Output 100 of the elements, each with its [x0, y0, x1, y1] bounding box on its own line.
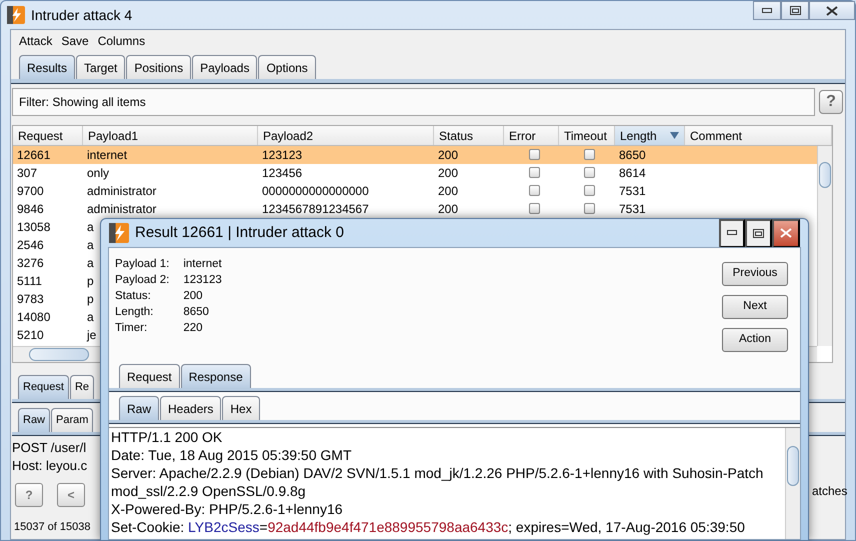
table-cell: 200 [438, 202, 458, 216]
table-cell: 9700 [17, 184, 44, 198]
table-cell: 1234567891234567 [262, 202, 369, 216]
table-cell: 8650 [619, 148, 646, 162]
table-cell: internet [87, 148, 128, 162]
tab[interactable]: Raw [18, 408, 50, 432]
minimize-button[interactable] [753, 1, 781, 20]
tab[interactable]: Positions [126, 55, 192, 79]
maximize-button[interactable] [781, 1, 809, 20]
text-line: POST /user/l [12, 439, 86, 457]
tab[interactable]: Options [258, 55, 316, 79]
table-cell: administrator [87, 184, 156, 198]
close-icon [780, 228, 792, 238]
table-cell: 12661 [17, 148, 50, 162]
filter-bar[interactable]: Filter: Showing all items [12, 88, 815, 116]
field-label: Length: [115, 305, 154, 320]
table-cell: 200 [438, 184, 458, 198]
table-cell: 123123 [262, 148, 302, 162]
sort-arrow-icon [670, 132, 679, 139]
table-row[interactable]: 9700 administrator 0000000000000000 200 7531 [13, 182, 817, 200]
maximize-icon [790, 6, 800, 15]
response-line: mod_ssl/2.2.9 OpenSSL/0.9.8g [110, 482, 307, 500]
maximize-button[interactable] [745, 219, 772, 248]
table-cell: only [87, 166, 110, 180]
column-header[interactable]: Request [13, 126, 83, 145]
table-cell: a [87, 238, 94, 252]
menu-item[interactable]: Columns [98, 32, 146, 50]
close-button[interactable] [809, 1, 855, 20]
dialog-button[interactable]: Previous [722, 262, 788, 286]
field-label: Payload 2: [115, 273, 170, 288]
minimize-icon [762, 8, 772, 14]
table-row[interactable]: 12661 internet 123123 200 8650 [13, 146, 817, 164]
field-label: Status: [115, 289, 152, 304]
text-line: Host: leyou.c [12, 457, 88, 475]
column-header[interactable]: Error [504, 126, 559, 145]
table-cell: 8614 [619, 166, 646, 180]
nav-button[interactable]: ? [15, 483, 43, 507]
table-cell: 5111 [17, 274, 42, 288]
vertical-scrollbar[interactable] [785, 428, 800, 539]
response-line: X-Powered-By: PHP/5.2.6-1+lenny16 [110, 500, 344, 518]
response-line: Set-Cookie: LYB2cSess=92ad44fb9e4f471e889955798aa6433c; expires=Wed, 17-Aug-2016 05:39:50 [110, 518, 746, 536]
window-title: Intruder attack 4 [31, 6, 132, 24]
tab[interactable]: Payloads [192, 55, 258, 79]
table-cell: 3276 [17, 256, 44, 270]
column-header[interactable]: Payload2 [258, 126, 434, 145]
response-line: Date: Tue, 18 Aug 2015 05:39:50 GMT [110, 446, 352, 464]
help-button[interactable]: ? [819, 90, 843, 114]
tab[interactable]: Raw [119, 396, 160, 420]
table-cell: je [87, 328, 96, 342]
app-icon [7, 6, 25, 24]
field-value: 8650 [183, 305, 210, 320]
column-header[interactable]: Length [615, 126, 685, 145]
tab[interactable]: Response [180, 364, 251, 388]
tab[interactable]: Param [51, 408, 94, 432]
tab[interactable]: Request [18, 375, 69, 399]
table-cell: 7531 [619, 184, 646, 198]
tab[interactable]: Headers [160, 396, 222, 420]
tab[interactable]: Target [76, 55, 126, 79]
table-cell: 13058 [17, 220, 50, 234]
dialog-button[interactable]: Next [722, 295, 788, 319]
field-value: 200 [183, 289, 204, 304]
table-cell: 5210 [17, 328, 44, 342]
app-icon [109, 223, 129, 243]
menu-item[interactable]: Save [61, 32, 89, 50]
field-value: 220 [183, 321, 204, 336]
field-label: Timer: [115, 321, 148, 336]
minimize-button[interactable] [719, 219, 745, 248]
table-row[interactable]: 307 only 123456 200 8614 [13, 164, 817, 182]
close-icon [826, 6, 838, 16]
table-cell: 307 [17, 166, 38, 180]
dialog-button[interactable]: Action [722, 328, 788, 352]
field-label: Payload 1: [115, 257, 170, 272]
maximize-icon [753, 228, 764, 238]
table-cell: 2546 [17, 238, 44, 252]
tab[interactable]: Hex [222, 396, 260, 420]
nav-button[interactable]: < [57, 483, 85, 507]
minimize-icon [727, 230, 737, 236]
table-cell: 200 [438, 148, 458, 162]
vertical-scrollbar[interactable] [817, 146, 832, 346]
dialog-title: Result 12661 | Intruder attack 0 [135, 222, 344, 243]
table-cell: administrator [87, 202, 156, 216]
tab[interactable]: Re [70, 375, 94, 399]
column-header[interactable]: Payload1 [83, 126, 258, 145]
tab[interactable]: Request [119, 364, 180, 388]
menu-item[interactable]: Attack [19, 32, 52, 50]
matches-label: atches [812, 483, 848, 500]
tab[interactable]: Results [19, 55, 76, 79]
table-cell: 200 [438, 166, 458, 180]
response-line: HTTP/1.1 200 OK [110, 428, 224, 446]
close-button[interactable] [772, 219, 800, 248]
table-cell: 123456 [262, 166, 302, 180]
column-header[interactable]: Status [434, 126, 504, 145]
table-row[interactable]: 9846 administrator 1234567891234567 200 7531 [13, 200, 817, 218]
table-cell: p [87, 292, 94, 306]
table-cell: a [87, 310, 94, 324]
response-line: Server: Apache/2.2.9 (Debian) DAV/2 SVN/1.5.1 mod_jk/1.2.26 PHP/5.2.6-1+lenny16 with Suhosin-Patch [110, 464, 764, 482]
table-cell: 0000000000000000 [262, 184, 369, 198]
status-text: 15037 of 15038 [14, 520, 90, 535]
column-header[interactable]: Comment [685, 126, 832, 145]
table-cell: 7531 [619, 202, 646, 216]
